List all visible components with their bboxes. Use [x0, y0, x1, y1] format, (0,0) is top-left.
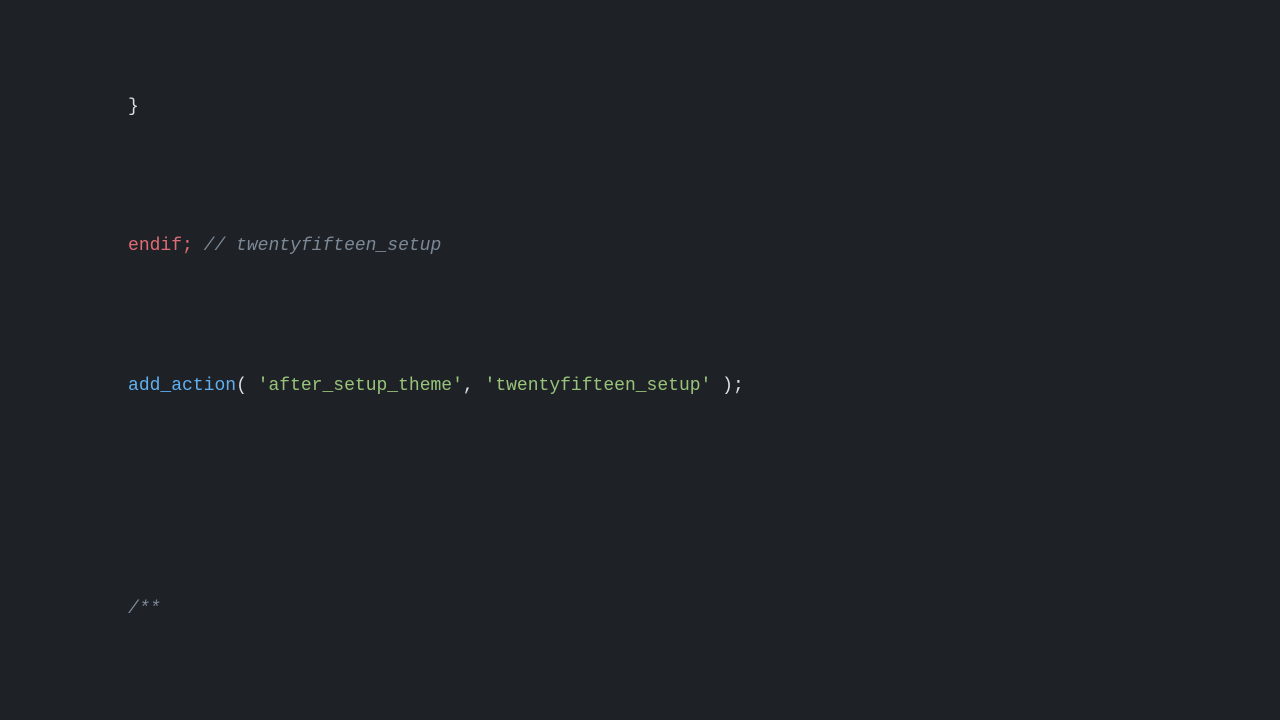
- code-line-6: * Register widget area.: [20, 707, 1280, 720]
- comment-start: /**: [85, 599, 161, 619]
- func-add-action: add_action: [128, 376, 236, 396]
- code-text: ,: [463, 376, 485, 396]
- code-text: }: [85, 97, 139, 117]
- code-editor: } endif; // twentyfifteen_setup add_acti…: [0, 0, 1280, 720]
- string-after-setup: 'after_setup_theme': [258, 376, 463, 396]
- code-text: );: [711, 376, 743, 396]
- code-text: [85, 236, 128, 256]
- string-twentyfifteen-setup: 'twentyfifteen_setup': [485, 376, 712, 396]
- code-block: } endif; // twentyfifteen_setup add_acti…: [0, 0, 1280, 720]
- code-text: (: [236, 376, 258, 396]
- comment-setup: // twentyfifteen_setup: [193, 236, 441, 256]
- code-line-5: /**: [20, 568, 1280, 652]
- keyword-endif: endif;: [128, 236, 193, 256]
- code-text: [85, 376, 128, 396]
- code-line-4: [20, 484, 1280, 512]
- code-line-3: add_action( 'after_setup_theme', 'twenty…: [20, 345, 1280, 429]
- code-line-2: endif; // twentyfifteen_setup: [20, 205, 1280, 289]
- code-line-1: }: [20, 66, 1280, 150]
